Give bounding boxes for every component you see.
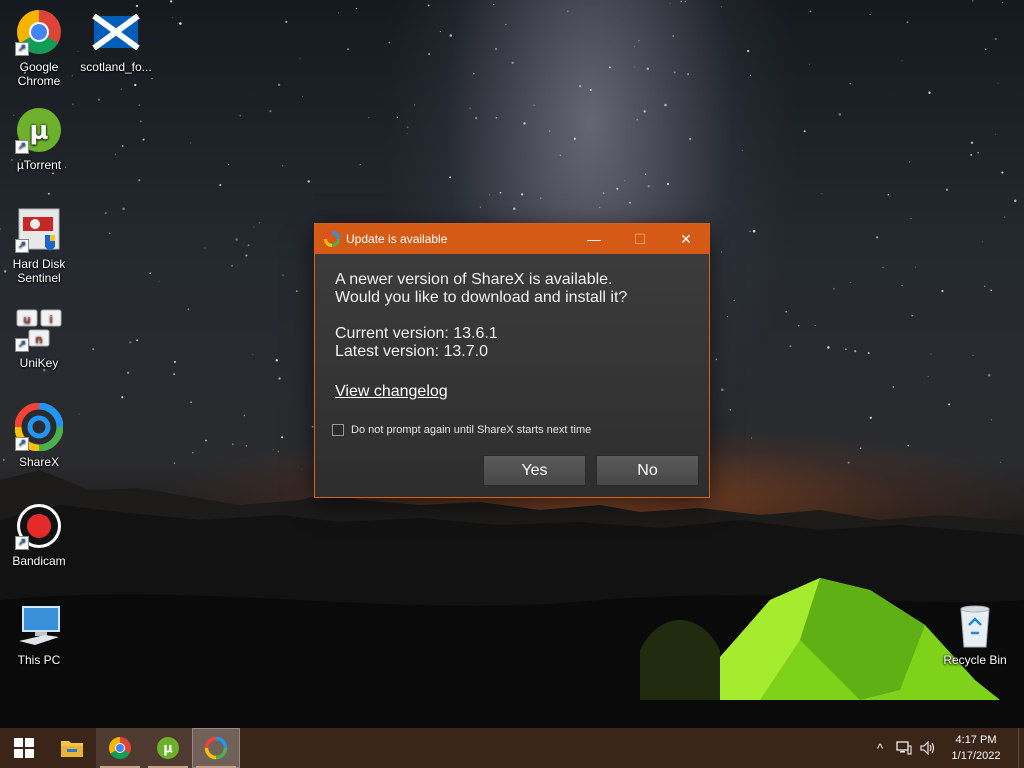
view-changelog-link[interactable]: View changelog (335, 383, 448, 401)
show-desktop-button[interactable] (1018, 728, 1024, 768)
recycle-bin-icon (960, 605, 990, 648)
svg-text:n: n (36, 333, 43, 346)
file-explorer-icon (61, 741, 83, 757)
desktop-icon-sharex[interactable]: ↗ ShareX (1, 402, 77, 469)
shortcut-arrow-icon: ↗ (15, 42, 29, 56)
close-button[interactable]: ✕ (663, 224, 709, 254)
taskbar-chrome[interactable] (96, 728, 144, 768)
minimize-button[interactable]: — (571, 224, 617, 254)
svg-text:i: i (49, 313, 52, 326)
update-dialog: Update is available — ☐ ✕ A newer versio… (314, 223, 710, 498)
desktop-icon-scotland[interactable]: scotland_fo... (78, 8, 154, 74)
desktop-icon-label: UniKey (19, 356, 59, 370)
desktop-icon-chrome[interactable]: ↗ Google Chrome (1, 8, 77, 88)
windows-start-icon (14, 738, 34, 758)
desktop-icon-label: µTorrent (16, 158, 62, 172)
dialog-body: A newer version of ShareX is available. … (315, 254, 709, 439)
desktop-icon-bandicam[interactable]: ↗ Bandicam (1, 502, 77, 568)
desktop-icon-label: Bandicam (12, 554, 66, 568)
scotland-flag-icon (92, 13, 140, 51)
desktop-icon-label: This PC (17, 653, 61, 667)
desktop-icon-label: Google Chrome (17, 60, 61, 88)
shortcut-arrow-icon: ↗ (15, 140, 29, 154)
start-button[interactable] (0, 728, 48, 768)
message-line-2: Would you like to download and install i… (335, 289, 628, 306)
do-not-prompt-label[interactable]: Do not prompt again until ShareX starts … (351, 421, 591, 439)
shortcut-arrow-icon: ↗ (15, 239, 29, 253)
this-pc-icon (19, 606, 60, 645)
sharex-icon (204, 736, 228, 760)
shortcut-arrow-icon: ↗ (15, 536, 29, 550)
chrome-icon (109, 737, 131, 759)
volume-icon (920, 741, 935, 755)
desktop-icon-label: Hard Disk Sentinel (12, 257, 66, 285)
shortcut-arrow-icon: ↗ (15, 437, 29, 451)
do-not-prompt-checkbox[interactable] (332, 424, 344, 436)
system-tray: ^ 4:17 PM 1/17/2022 (868, 728, 1024, 768)
clock-time: 4:17 PM (955, 734, 997, 746)
sharex-icon (324, 231, 340, 247)
svg-text:µ: µ (29, 116, 48, 146)
taskbar: µ ^ 4:17 PM 1/17/2022 (0, 728, 1024, 768)
dialog-titlebar[interactable]: Update is available — ☐ ✕ (315, 224, 709, 254)
clock[interactable]: 4:17 PM 1/17/2022 (940, 732, 1012, 764)
desktop-icon-recycle-bin[interactable]: Recycle Bin (937, 601, 1013, 667)
no-button[interactable]: No (596, 455, 699, 486)
desktop-icon-label: scotland_fo... (80, 60, 152, 74)
taskbar-utorrent[interactable]: µ (144, 728, 192, 768)
dialog-title: Update is available (346, 232, 448, 246)
taskbar-sharex[interactable] (192, 728, 240, 768)
network-icon (896, 741, 912, 755)
svg-text:u: u (24, 313, 31, 326)
clock-date: 1/17/2022 (951, 750, 1001, 762)
desktop-icon-utorrent[interactable]: µ ↗ µTorrent (1, 106, 77, 172)
message-line-1: A newer version of ShareX is available. (335, 271, 613, 288)
shortcut-arrow-icon: ↗ (15, 338, 29, 352)
show-hidden-icons-chevron-icon[interactable]: ^ (868, 728, 892, 768)
volume-icon[interactable] (916, 728, 940, 768)
svg-text:µ: µ (163, 742, 173, 757)
yes-button[interactable]: Yes (483, 455, 586, 486)
do-not-prompt-row[interactable]: Do not prompt again until ShareX starts … (332, 421, 709, 439)
network-icon[interactable] (892, 728, 916, 768)
desktop-icon-unikey[interactable]: u i n ↗ UniKey (1, 304, 77, 370)
desktop-icon-hard-disk-sentinel[interactable]: ↗ Hard Disk Sentinel (1, 205, 77, 285)
desktop-icon-this-pc[interactable]: This PC (1, 601, 77, 667)
latest-version: Latest version: 13.7.0 (335, 343, 488, 360)
taskbar-file-explorer[interactable] (48, 728, 96, 768)
current-version: Current version: 13.6.1 (335, 325, 498, 342)
desktop-icon-label: Recycle Bin (943, 653, 1007, 667)
maximize-button: ☐ (633, 230, 647, 247)
desktop-icon-label: ShareX (18, 455, 60, 469)
utorrent-icon: µ (157, 737, 179, 759)
